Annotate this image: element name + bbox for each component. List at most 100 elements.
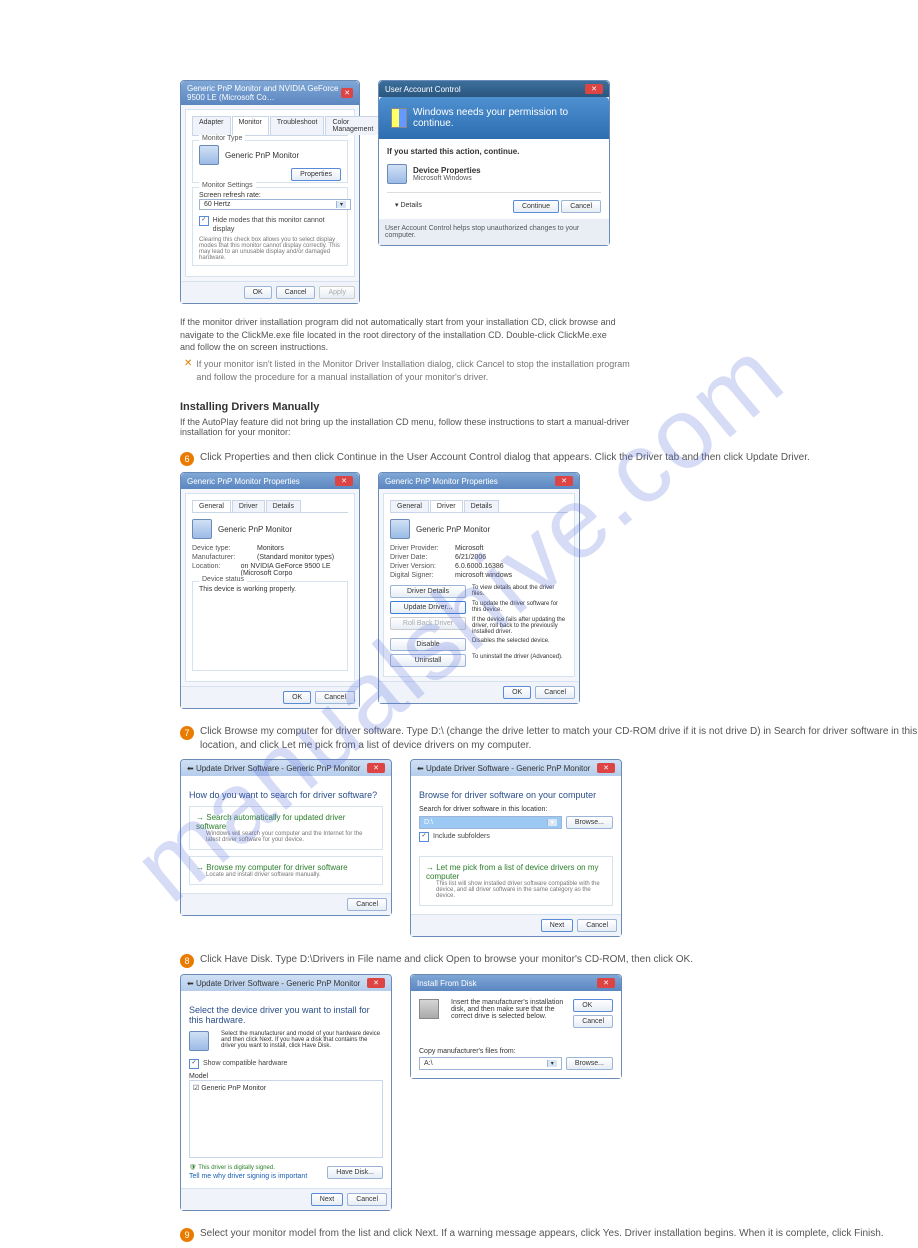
field-value: (Standard monitor types) <box>257 554 334 561</box>
path-input[interactable]: D:\▾ <box>419 816 562 829</box>
tab-color[interactable]: Color Management <box>325 116 380 135</box>
ok-button[interactable]: OK <box>573 999 613 1012</box>
driver-details-button[interactable]: Driver Details <box>390 585 466 598</box>
group-label: Monitor Type <box>199 135 245 142</box>
monitor-icon <box>192 519 212 539</box>
close-icon[interactable]: ✕ <box>597 763 615 773</box>
chevron-down-icon: ▾ <box>547 819 557 826</box>
tab-details[interactable]: Details <box>266 500 301 512</box>
refresh-value: 60 Hertz <box>204 201 230 208</box>
update-driver-button[interactable]: Update Driver... <box>390 601 466 614</box>
group-label: Monitor Settings <box>199 182 256 189</box>
cancel-button[interactable]: Cancel <box>561 200 601 213</box>
browse-button[interactable]: Browse... <box>566 1057 613 1070</box>
copy-from-input[interactable]: A:\▾ <box>419 1057 562 1070</box>
close-icon[interactable]: ✕ <box>597 978 615 988</box>
have-disk-button[interactable]: Have Disk... <box>327 1166 383 1179</box>
app-icon <box>387 164 407 184</box>
cancel-button[interactable]: Cancel <box>347 898 387 911</box>
group-label: Device status <box>199 576 247 583</box>
step-7-text: Click Browse my computer for driver soft… <box>200 725 918 753</box>
tab-adapter[interactable]: Adapter <box>192 116 231 135</box>
disk-icon <box>419 999 439 1019</box>
tab-troubleshoot[interactable]: Troubleshoot <box>270 116 325 135</box>
tab-general[interactable]: General <box>192 500 231 512</box>
dialog-title: Update Driver Software - Generic PnP Mon… <box>196 764 360 773</box>
details-button[interactable]: ▾ Details <box>387 199 430 211</box>
model-listbox[interactable]: ☑ Generic PnP Monitor <box>189 1080 383 1158</box>
button-desc: If the device fails after updating the d… <box>472 617 568 635</box>
option-pick[interactable]: → Let me pick from a list of device driv… <box>419 856 613 906</box>
signed-text: 🛡 This driver is digitally signed. <box>189 1164 307 1171</box>
monitor-settings-group: Monitor Settings Screen refresh rate: 60… <box>192 187 348 266</box>
monitor-name: Generic PnP Monitor <box>416 525 490 534</box>
cancel-button[interactable]: Cancel <box>577 919 617 932</box>
monitor-icon <box>189 1031 209 1051</box>
button-desc: To uninstall the driver (Advanced). <box>472 654 568 660</box>
cancel-button[interactable]: Cancel <box>347 1193 387 1206</box>
properties-button[interactable]: Properties <box>291 168 341 181</box>
hide-modes-desc: Clearing this check box allows you to se… <box>199 237 341 261</box>
field-value: Monitors <box>257 545 284 552</box>
tab-details[interactable]: Details <box>464 500 499 512</box>
show-compat-checkbox[interactable]: ✓ <box>189 1059 199 1069</box>
cancel-button[interactable]: Cancel <box>573 1015 613 1028</box>
tabs: Adapter Monitor Troubleshoot Color Manag… <box>192 116 348 136</box>
next-button[interactable]: Next <box>541 919 573 932</box>
close-icon[interactable]: ✕ <box>585 84 603 94</box>
option-pick-desc: This list will show installed driver sof… <box>436 881 606 899</box>
install-from-disk-dialog: Install From Disk ✕ Insert the manufactu… <box>410 974 622 1079</box>
option-browse[interactable]: → Browse my computer for driver software… <box>189 856 383 885</box>
close-icon[interactable]: ✕ <box>367 978 385 988</box>
chevron-down-icon: ▾ <box>336 201 346 208</box>
include-subfolders-checkbox[interactable]: ✓ <box>419 832 429 842</box>
wizard-question: How do you want to search for driver sof… <box>189 784 383 806</box>
browse-button[interactable]: Browse... <box>566 816 613 829</box>
signing-link[interactable]: Tell me why driver signing is important <box>189 1173 307 1180</box>
cancel-button[interactable]: Cancel <box>315 691 355 704</box>
field-label: Driver Provider: <box>390 545 455 552</box>
tab-driver[interactable]: Driver <box>430 500 463 512</box>
close-icon[interactable]: ✕ <box>367 763 385 773</box>
hide-modes-checkbox[interactable]: ✓ <box>199 216 209 226</box>
props-driver-dialog: Generic PnP Monitor Properties ✕ General… <box>378 472 580 704</box>
list-item[interactable]: ☑ Generic PnP Monitor <box>193 1084 379 1092</box>
refresh-rate-dropdown[interactable]: 60 Hertz ▾ <box>199 199 351 210</box>
step-number-7: 7 <box>180 726 194 740</box>
option-auto-desc: Windows will search your computer and th… <box>206 831 376 843</box>
cancel-button[interactable]: Cancel <box>535 686 575 699</box>
step-number-9: 9 <box>180 1228 194 1242</box>
ok-button[interactable]: OK <box>244 286 272 299</box>
cancel-button[interactable]: Cancel <box>276 286 316 299</box>
field-label: Digital Signer: <box>390 572 455 579</box>
wizard-heading: Select the device driver you want to ins… <box>189 999 383 1031</box>
rollback-driver-button: Roll Back Driver <box>390 617 466 630</box>
close-icon[interactable]: ✕ <box>341 88 353 98</box>
option-browse-desc: Locate and install driver software manua… <box>206 872 376 878</box>
model-column-header: Model <box>189 1073 383 1080</box>
close-icon[interactable]: ✕ <box>555 476 573 486</box>
monitor-settings-dialog: Generic PnP Monitor and NVIDIA GeForce 9… <box>180 80 360 304</box>
uninstall-button[interactable]: Uninstall <box>390 654 466 667</box>
continue-button[interactable]: Continue <box>513 200 559 213</box>
monitor-icon <box>390 519 410 539</box>
monitor-icon <box>199 145 219 165</box>
hide-modes-label: Hide modes that this monitor cannot disp… <box>213 216 341 234</box>
tab-general[interactable]: General <box>390 500 429 512</box>
close-icon[interactable]: ✕ <box>335 476 353 486</box>
option-auto[interactable]: → Search automatically for updated drive… <box>189 806 383 850</box>
cd-instruction-text: If the monitor driver installation progr… <box>180 316 620 354</box>
tab-monitor[interactable]: Monitor <box>232 116 269 135</box>
tab-driver[interactable]: Driver <box>232 500 265 512</box>
ok-button[interactable]: OK <box>283 691 311 704</box>
cd-footnote: If your monitor isn't listed in the Moni… <box>196 358 630 383</box>
uac-footer: User Account Control helps stop unauthor… <box>379 219 609 245</box>
button-desc: To update the driver software for this d… <box>472 601 568 613</box>
next-button[interactable]: Next <box>311 1193 343 1206</box>
device-status-text: This device is working properly. <box>199 586 341 593</box>
include-subfolders-label: Include subfolders <box>433 832 490 841</box>
ok-button[interactable]: OK <box>503 686 531 699</box>
disable-button[interactable]: Disable <box>390 638 466 651</box>
field-value: on NVIDIA GeForce 9500 LE (Microsoft Cor… <box>241 563 348 577</box>
install-disk-text: Insert the manufacturer's installation d… <box>451 999 567 1028</box>
